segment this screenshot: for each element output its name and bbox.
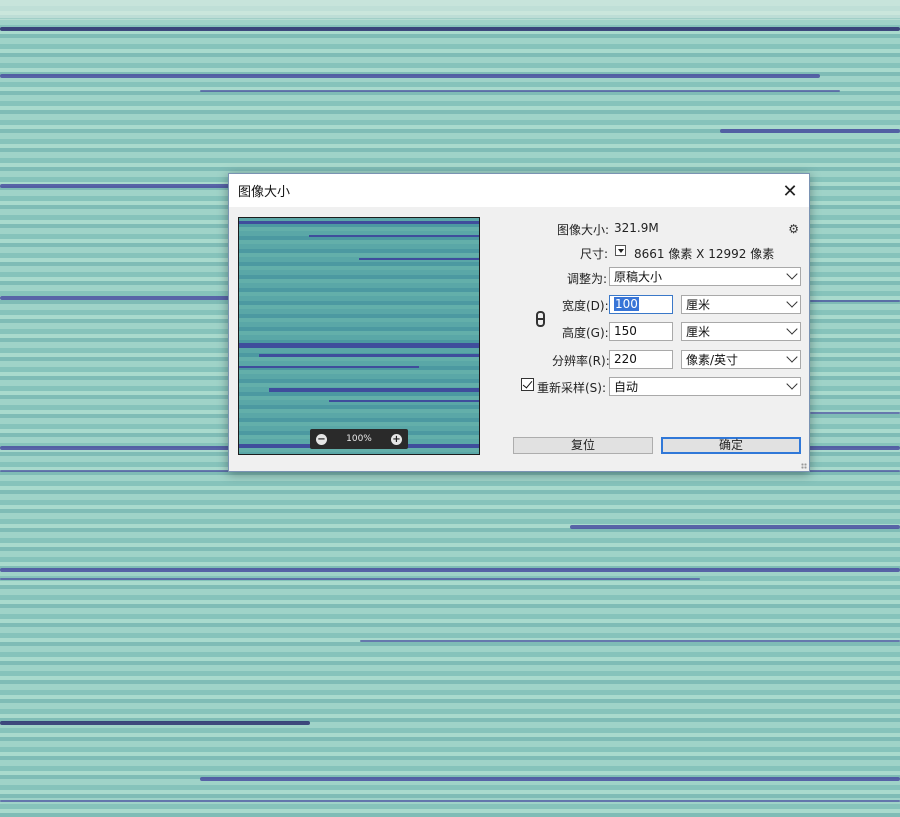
preview-streak bbox=[239, 366, 419, 368]
chevron-down-icon bbox=[786, 268, 798, 280]
background-streak bbox=[200, 777, 900, 781]
background-streak bbox=[360, 640, 900, 642]
width-label: 宽度(D): bbox=[562, 299, 609, 313]
image-size-value: 321.9M bbox=[614, 221, 659, 235]
background-streak bbox=[810, 300, 900, 302]
image-size-label: 图像大小: bbox=[557, 223, 610, 237]
background-streak bbox=[0, 27, 900, 31]
background-streak bbox=[0, 578, 700, 580]
zoom-out-icon[interactable]: − bbox=[316, 433, 327, 445]
height-unit-select[interactable]: 厘米 bbox=[681, 322, 801, 341]
background-streak bbox=[0, 74, 820, 78]
resolution-input[interactable]: 220 bbox=[609, 350, 673, 369]
preview-streak bbox=[259, 354, 479, 357]
dialog-title: 图像大小 bbox=[238, 185, 291, 200]
preview-zoom-bar: − 100% + bbox=[310, 429, 408, 449]
resample-label[interactable]: 重新采样(S): bbox=[537, 379, 606, 396]
dimensions-value: 8661 像素 X 12992 像素 bbox=[634, 247, 775, 261]
background-streak bbox=[720, 129, 900, 133]
preview-streak bbox=[329, 400, 479, 402]
resample-checkbox[interactable] bbox=[521, 378, 534, 391]
dialog-titlebar[interactable]: 图像大小 ✕ bbox=[229, 174, 809, 207]
height-input[interactable]: 150 bbox=[609, 322, 673, 341]
background-streak bbox=[810, 412, 900, 414]
ok-button[interactable]: 确定 bbox=[661, 437, 801, 454]
preview-streak bbox=[359, 258, 479, 260]
chevron-down-icon bbox=[786, 378, 798, 390]
resize-grip[interactable] bbox=[801, 463, 807, 469]
image-preview[interactable]: − 100% + bbox=[238, 217, 480, 455]
background-streak bbox=[0, 568, 900, 572]
resample-value: 自动 bbox=[614, 380, 639, 394]
close-icon[interactable]: ✕ bbox=[779, 180, 801, 202]
background-streak bbox=[0, 721, 310, 725]
width-unit-select[interactable]: 厘米 bbox=[681, 295, 801, 314]
background-haze bbox=[0, 0, 900, 20]
dimensions-label: 尺寸: bbox=[580, 247, 609, 261]
width-unit-value: 厘米 bbox=[686, 298, 711, 312]
dimensions-unit-dropdown[interactable] bbox=[615, 245, 626, 256]
preview-streak bbox=[309, 235, 479, 237]
gear-icon[interactable]: ⚙ bbox=[788, 222, 799, 236]
preview-streak bbox=[269, 388, 479, 392]
background-streak bbox=[200, 90, 840, 92]
resolution-value: 220 bbox=[614, 352, 637, 366]
zoom-in-icon[interactable]: + bbox=[390, 433, 402, 445]
background-streak bbox=[0, 800, 900, 802]
background-streak bbox=[570, 525, 900, 529]
link-icon[interactable] bbox=[536, 311, 545, 327]
image-size-dialog: 图像大小 ✕ − 100% + 图像大小: 321.9M ⚙ 尺寸: 8661 … bbox=[228, 173, 810, 472]
preview-streak bbox=[239, 221, 479, 224]
fit-to-value: 原稿大小 bbox=[614, 270, 663, 284]
resolution-unit-value: 像素/英寸 bbox=[686, 353, 739, 367]
reset-button[interactable]: 复位 bbox=[513, 437, 653, 454]
chevron-down-icon bbox=[786, 296, 798, 308]
width-input[interactable]: 100 bbox=[609, 295, 673, 314]
background-streak bbox=[0, 184, 230, 188]
chevron-down-icon bbox=[786, 323, 798, 335]
resample-select[interactable]: 自动 bbox=[609, 377, 801, 396]
chevron-down-icon bbox=[786, 351, 798, 363]
height-unit-value: 厘米 bbox=[686, 325, 711, 339]
preview-streak bbox=[239, 343, 479, 348]
width-value: 100 bbox=[614, 297, 639, 311]
resolution-label: 分辨率(R): bbox=[552, 354, 610, 368]
background-streak bbox=[0, 296, 230, 300]
height-label: 高度(G): bbox=[562, 326, 609, 340]
zoom-level: 100% bbox=[346, 434, 372, 444]
fit-to-select[interactable]: 原稿大小 bbox=[609, 267, 801, 286]
height-value: 150 bbox=[614, 324, 637, 338]
resolution-unit-select[interactable]: 像素/英寸 bbox=[681, 350, 801, 369]
fit-to-label: 调整为: bbox=[567, 272, 608, 286]
